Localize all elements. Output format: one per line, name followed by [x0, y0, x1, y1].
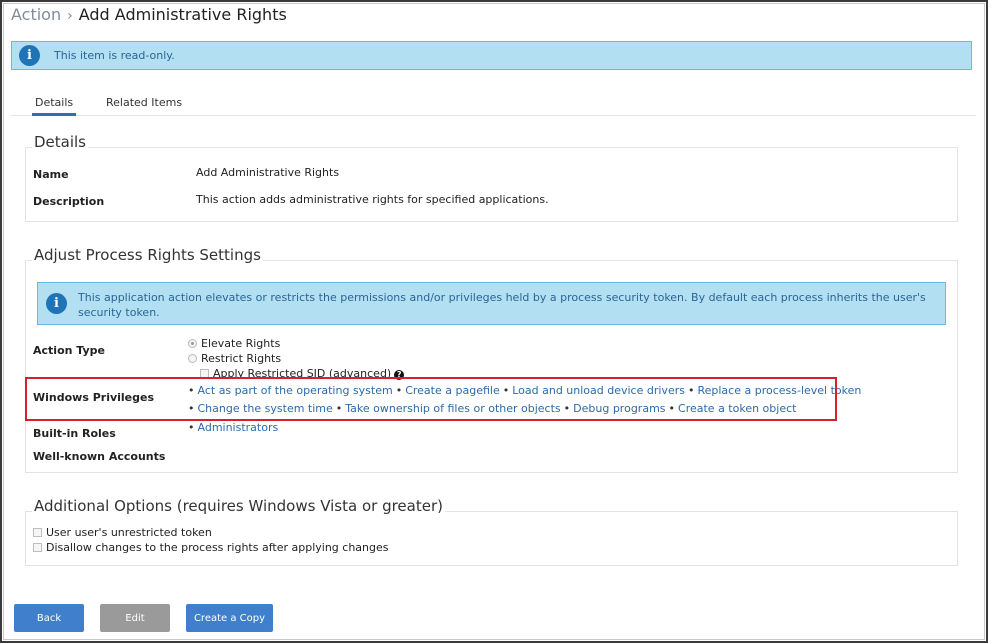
restrict-rights-radio[interactable]: [188, 354, 197, 363]
breadcrumb-parent-link[interactable]: Action: [11, 5, 61, 24]
readonly-banner: i This item is read-only.: [11, 41, 972, 70]
disallow-changes-label: Disallow changes to the process rights a…: [46, 541, 389, 554]
info-icon: i: [46, 293, 67, 314]
unrestricted-token-checkbox[interactable]: [33, 528, 42, 537]
disallow-changes-option[interactable]: Disallow changes to the process rights a…: [33, 541, 388, 554]
elevate-rights-option[interactable]: Elevate Rights: [188, 337, 280, 350]
well-known-accounts-label: Well-known Accounts: [33, 450, 166, 463]
info-icon: i: [19, 45, 40, 66]
breadcrumb-separator: ›: [67, 8, 73, 24]
back-button[interactable]: Back: [14, 604, 84, 632]
description-value: This action adds administrative rights f…: [196, 193, 549, 206]
built-in-roles-label: Built-in Roles: [33, 427, 116, 440]
page-title: Add Administrative Rights: [78, 5, 287, 24]
adjust-info-banner: i This application action elevates or re…: [37, 282, 946, 325]
restrict-rights-option[interactable]: Restrict Rights: [188, 352, 281, 365]
adjust-info-message: This application action elevates or rest…: [78, 291, 926, 319]
details-panel: [25, 147, 958, 222]
elevate-rights-radio[interactable]: [188, 339, 197, 348]
elevate-rights-label: Elevate Rights: [201, 337, 281, 350]
adjust-section-title: Adjust Process Rights Settings: [32, 246, 263, 264]
tab-details[interactable]: Details: [32, 96, 77, 116]
disallow-changes-checkbox[interactable]: [33, 543, 42, 552]
roles-list: • Administrators: [188, 421, 279, 434]
readonly-message: This item is read-only.: [54, 49, 175, 62]
action-type-label: Action Type: [33, 344, 105, 357]
unrestricted-token-label: User user's unrestricted token: [46, 526, 212, 539]
tab-bar: Details Related Items: [11, 96, 976, 116]
privileges-highlight-box: [25, 377, 837, 421]
restrict-rights-label: Restrict Rights: [201, 352, 282, 365]
role-link-administrators[interactable]: Administrators: [198, 421, 279, 434]
description-label: Description: [33, 195, 105, 208]
unrestricted-token-option[interactable]: User user's unrestricted token: [33, 526, 212, 539]
edit-button[interactable]: Edit: [100, 604, 170, 632]
tab-related-items[interactable]: Related Items: [106, 96, 182, 113]
breadcrumb: Action › Add Administrative Rights: [11, 5, 287, 24]
name-label: Name: [33, 168, 69, 181]
details-section-title: Details: [32, 133, 89, 151]
create-copy-button[interactable]: Create a Copy: [186, 604, 273, 632]
additional-options-title: Additional Options (requires Windows Vis…: [32, 497, 445, 515]
name-value: Add Administrative Rights: [196, 166, 340, 179]
